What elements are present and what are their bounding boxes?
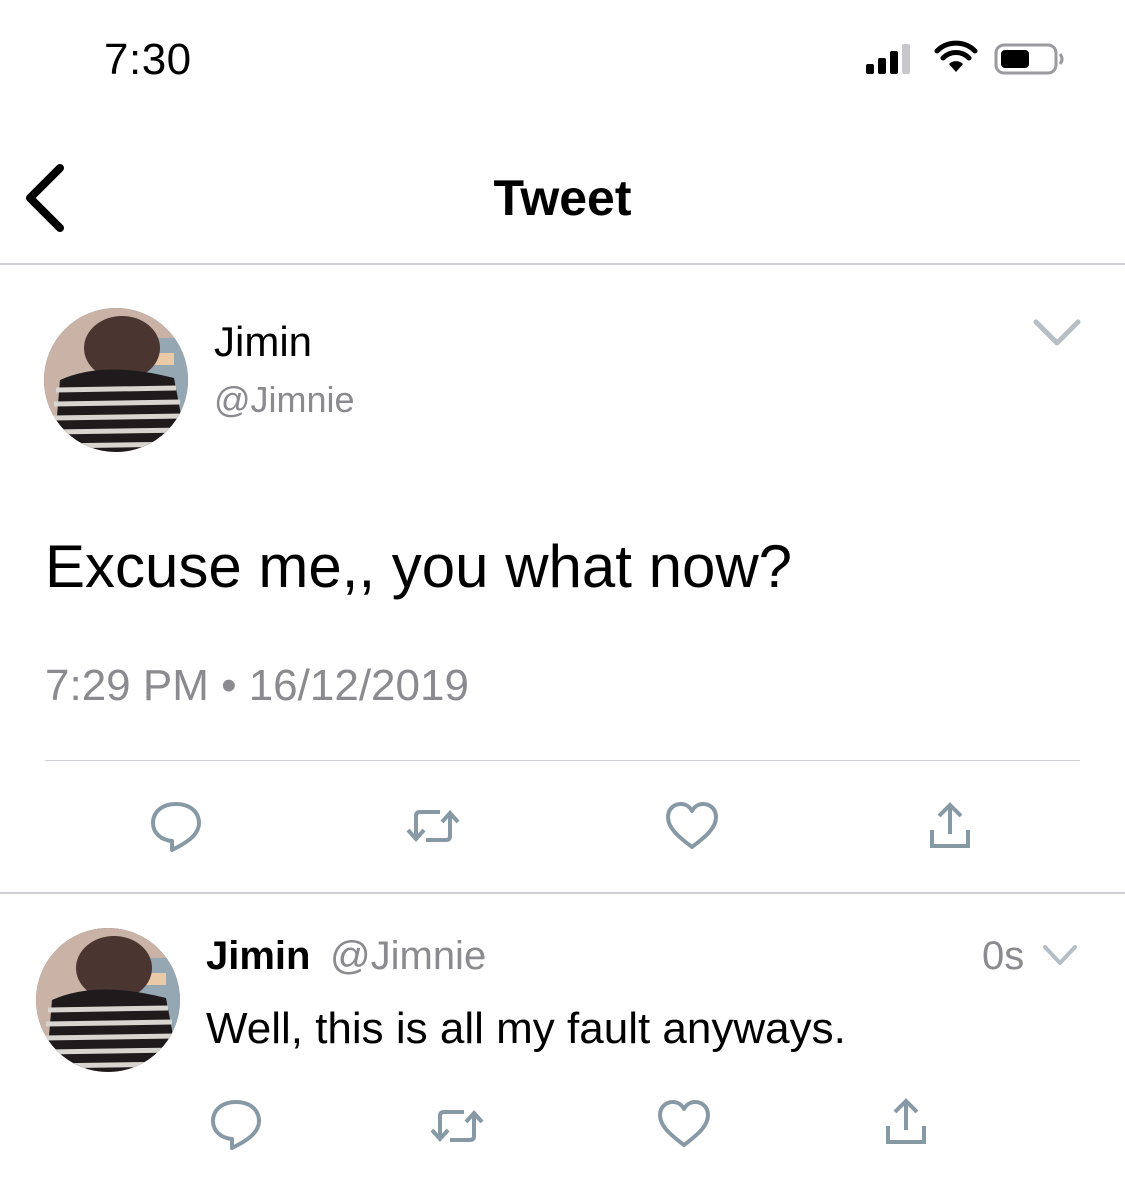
author-handle[interactable]: @Jimnie <box>214 378 355 422</box>
author-name[interactable]: Jimin <box>214 318 312 366</box>
reply-divider <box>0 892 1125 894</box>
tweet-timestamp[interactable]: 7:29 PM • 16/12/2019 <box>45 660 469 712</box>
reply-avatar[interactable] <box>36 928 180 1072</box>
reply-text: Well, this is all my fault anyways. <box>206 1004 846 1053</box>
avatar[interactable] <box>44 308 188 452</box>
chevron-down-icon[interactable] <box>1030 316 1084 350</box>
tweet-text: Excuse me,, you what now? <box>45 533 793 600</box>
cellular-signal-icon <box>866 44 910 74</box>
retweet-icon[interactable] <box>428 1098 486 1154</box>
wifi-icon <box>934 40 978 72</box>
actions-divider <box>45 760 1080 761</box>
reply-icon[interactable] <box>208 1096 264 1152</box>
reply-author-name[interactable]: Jimin <box>206 932 310 980</box>
like-icon[interactable] <box>656 1098 712 1150</box>
reply-timestamp: 0s <box>982 934 1025 978</box>
share-icon[interactable] <box>882 1096 930 1148</box>
page-title: Tweet <box>493 170 632 226</box>
like-icon[interactable] <box>664 800 720 852</box>
share-icon[interactable] <box>926 800 974 852</box>
header-divider <box>0 263 1125 265</box>
chevron-down-icon[interactable] <box>1040 942 1080 970</box>
battery-icon <box>994 43 1064 75</box>
reply-icon[interactable] <box>148 798 204 854</box>
status-bar-time: 7:30 <box>104 35 192 84</box>
reply-author-handle[interactable]: @Jimnie <box>330 932 486 980</box>
retweet-icon[interactable] <box>404 798 462 854</box>
